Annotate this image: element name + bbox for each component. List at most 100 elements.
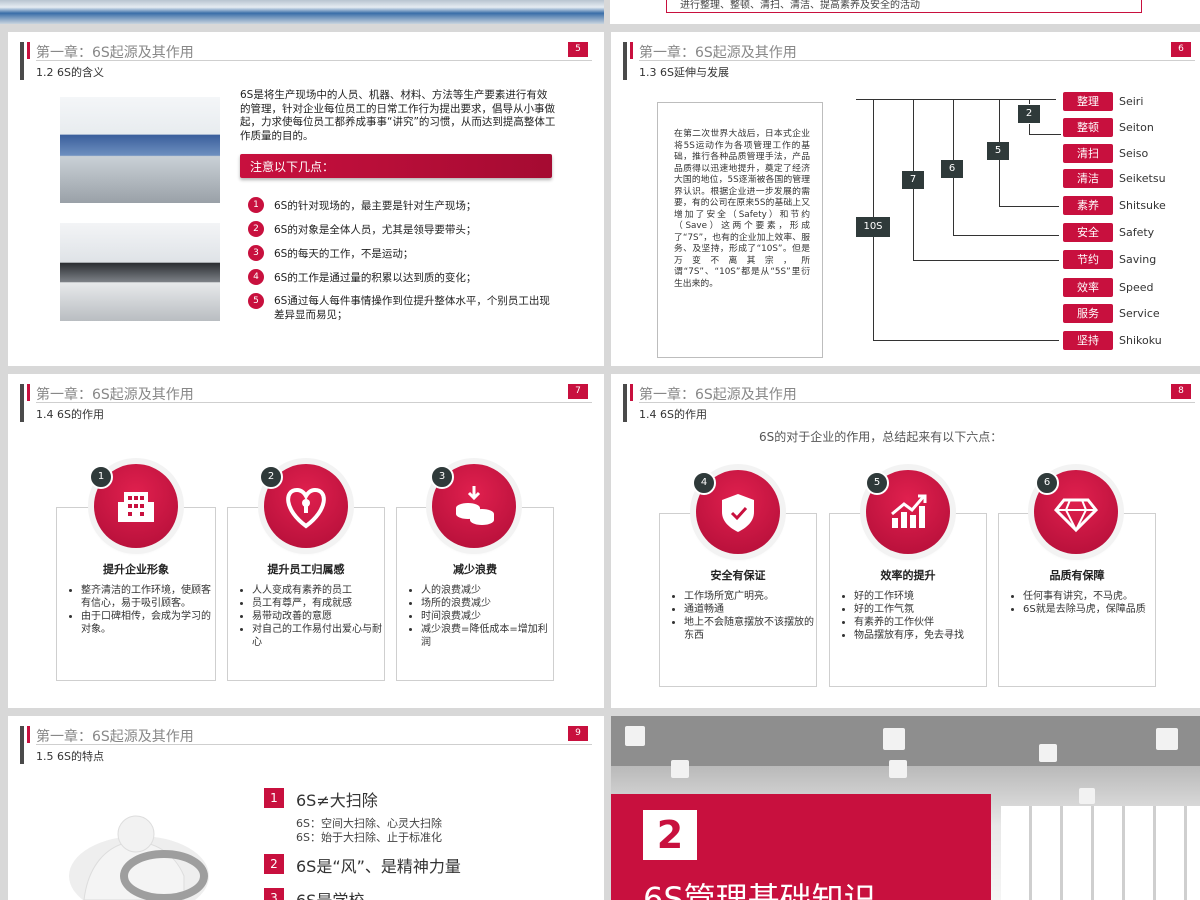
card-list-item: 员工有尊严，有成就感 — [252, 597, 384, 610]
point-number: 2 — [248, 221, 264, 237]
level-5-box: 5 — [987, 142, 1009, 160]
s-item-cn: 节约 — [1063, 250, 1113, 269]
point-text: 6S的每天的工作，不是运动； — [274, 248, 414, 260]
level-6-box: 6 — [941, 160, 963, 178]
point-text: 6S的对象是全体人员，尤其是领导要带头； — [274, 224, 477, 236]
slide-7: 第一章：6S起源及其作用 1.4 6S的作用 7 提升企业形象 整齐清洁的工作环… — [8, 374, 604, 708]
s-item-en: Safety — [1119, 226, 1155, 239]
s-item-en: Seiri — [1119, 95, 1144, 108]
card-list-item: 6S就是去除马虎，保障品质 — [1023, 603, 1155, 616]
header-bar — [623, 42, 627, 80]
s-item-en: Shikoku — [1119, 334, 1162, 347]
s-item-cn: 坚持 — [1063, 331, 1113, 350]
level-7-box: 7 — [902, 171, 924, 189]
section-subtitle: 1.3 6S延伸与发展 — [639, 66, 729, 79]
header-accent — [27, 42, 30, 59]
header-rule — [639, 402, 1195, 403]
warehouse-photo — [60, 97, 220, 203]
point-number: 4 — [248, 269, 264, 285]
header-rule — [639, 60, 1195, 61]
slide-5: 第一章：6S起源及其作用 1.2 6S的含义 5 6S是将生产现场中的人员、机器… — [8, 32, 604, 366]
ceiling-lamp — [671, 760, 689, 778]
section-subtitle: 1.4 6S的作用 — [639, 408, 707, 421]
ceiling-lamp — [1039, 744, 1057, 762]
card-list-item: 对自己的工作易付出爱心与耐心 — [252, 623, 384, 649]
chapter-title: 第一章：6S起源及其作用 — [639, 45, 797, 61]
s-item-en: Service — [1119, 307, 1160, 320]
card-badge: 5 — [865, 471, 889, 495]
s-item: 安全 Safety — [1063, 223, 1193, 245]
header-bar — [20, 726, 24, 764]
page-number: 8 — [1171, 384, 1191, 399]
notice-label: 注意以下几点： — [250, 160, 335, 174]
window-wall — [1001, 806, 1200, 900]
history-text: 在第二次世界大战后，日本式企业将5S运动作为各项管理工作的基础，推行各种品质管理… — [674, 129, 810, 289]
card-list-item: 工作场所宽广明亮。 — [684, 590, 816, 603]
header-bar — [623, 384, 627, 422]
card-title: 提升员工归属感 — [267, 563, 345, 576]
feature-number: 3 — [264, 888, 284, 900]
chapter-title: 第一章：6S起源及其作用 — [639, 387, 797, 403]
level-2-box: 2 — [1017, 104, 1041, 124]
level-5-tick — [999, 206, 1059, 207]
section-number: 2 — [656, 813, 684, 857]
card-title: 品质有保障 — [1049, 569, 1105, 582]
card-list-item: 场所的浪费减少 — [421, 597, 553, 610]
s-item-cn: 整理 — [1063, 92, 1113, 111]
card-badge: 1 — [89, 465, 113, 489]
point-number: 3 — [248, 245, 264, 261]
top-line — [856, 99, 1056, 100]
s-item: 素养 Shitsuke — [1063, 196, 1193, 218]
s-item-list: 整理 Seiri 整顿 Seiton 清扫 Seiso 清洁 Seiketsu 素养 Sh… — [1063, 92, 1193, 362]
feature-title: 6S是“风”、是精神力量 — [296, 857, 461, 876]
card-badge: 3 — [430, 465, 454, 489]
chapter-title: 第一章：6S起源及其作用 — [36, 45, 194, 61]
card-list-item: 整齐清洁的工作环境，使顾客有信心，易于吸引顾客。 — [81, 584, 215, 610]
page-number: 5 — [568, 42, 588, 57]
card-list-item: 好的工作环境 — [854, 590, 986, 603]
card-badge: 2 — [259, 465, 283, 489]
card-list: 任何事有讲究，不马虎。 6S就是去除马虎，保障品质 — [1009, 590, 1155, 616]
s-item: 服务 Service — [1063, 304, 1193, 326]
slide-8: 第一章：6S起源及其作用 1.4 6S的作用 8 6S的对于企业的作用，总结起来… — [611, 374, 1200, 708]
section-subtitle: 1.2 6S的含义 — [36, 66, 104, 79]
card-list: 人人变成有素养的员工 员工有尊严，有成就感 易带动改善的意愿 对自己的工作易付出… — [238, 584, 384, 649]
point-number: 1 — [248, 197, 264, 213]
header-rule — [36, 744, 592, 745]
top-left-photo-strip — [0, 0, 604, 24]
level-7-tick — [913, 260, 1059, 261]
s-item-en: Speed — [1119, 281, 1154, 294]
card-list-item: 任何事有讲究，不马虎。 — [1023, 590, 1155, 603]
s-item: 效率 Speed — [1063, 278, 1193, 300]
section-subtitle: 1.4 6S的作用 — [36, 408, 104, 421]
slide-6: 第一章：6S起源及其作用 1.3 6S延伸与发展 6 在第二次世界大战后，日本式… — [611, 32, 1200, 366]
ceiling-lamp — [625, 726, 645, 746]
notice-banner: 注意以下几点： — [240, 154, 552, 178]
page-number: 7 — [568, 384, 588, 399]
card-list-item: 地上不会随意摆放不该摆放的东西 — [684, 616, 816, 642]
card-title: 减少浪费 — [453, 563, 497, 576]
card-list: 工作场所宽广明亮。 通道畅通 地上不会随意摆放不该摆放的东西 — [670, 590, 816, 642]
s-item-cn: 安全 — [1063, 223, 1113, 242]
card-list-item: 人的浪费减少 — [421, 584, 553, 597]
card-list: 整齐清洁的工作环境，使顾客有信心，易于吸引顾客。 由于口碑相传，会成为学习的对象… — [67, 584, 215, 636]
card-list-item: 人人变成有素养的员工 — [252, 584, 384, 597]
header-rule — [36, 60, 592, 61]
s-item: 坚持 Shikoku — [1063, 331, 1193, 353]
point-text: 6S的针对现场的，最主要是针对生产现场； — [274, 200, 477, 212]
level-10s-box: 10S — [856, 217, 890, 237]
ceiling-lamp — [883, 728, 905, 750]
page-number: 9 — [568, 726, 588, 741]
office-photo — [60, 223, 220, 321]
s-item-en: Seiton — [1119, 121, 1154, 134]
header-accent — [630, 384, 633, 401]
header-bar — [20, 42, 24, 80]
s-item: 清扫 Seiso — [1063, 144, 1193, 166]
top-right-slide-strip: 进行整理、整顿、清扫、清洁、提高素养及安全的活动 — [610, 0, 1200, 24]
slide-10: 2 6S管理基础知识 — [611, 716, 1200, 900]
header-accent — [630, 42, 633, 59]
ceiling-lamp — [1156, 728, 1178, 750]
card-list-item: 由于口碑相传，会成为学习的对象。 — [81, 610, 215, 636]
header-accent — [27, 726, 30, 743]
card-list-item: 好的工作气氛 — [854, 603, 986, 616]
